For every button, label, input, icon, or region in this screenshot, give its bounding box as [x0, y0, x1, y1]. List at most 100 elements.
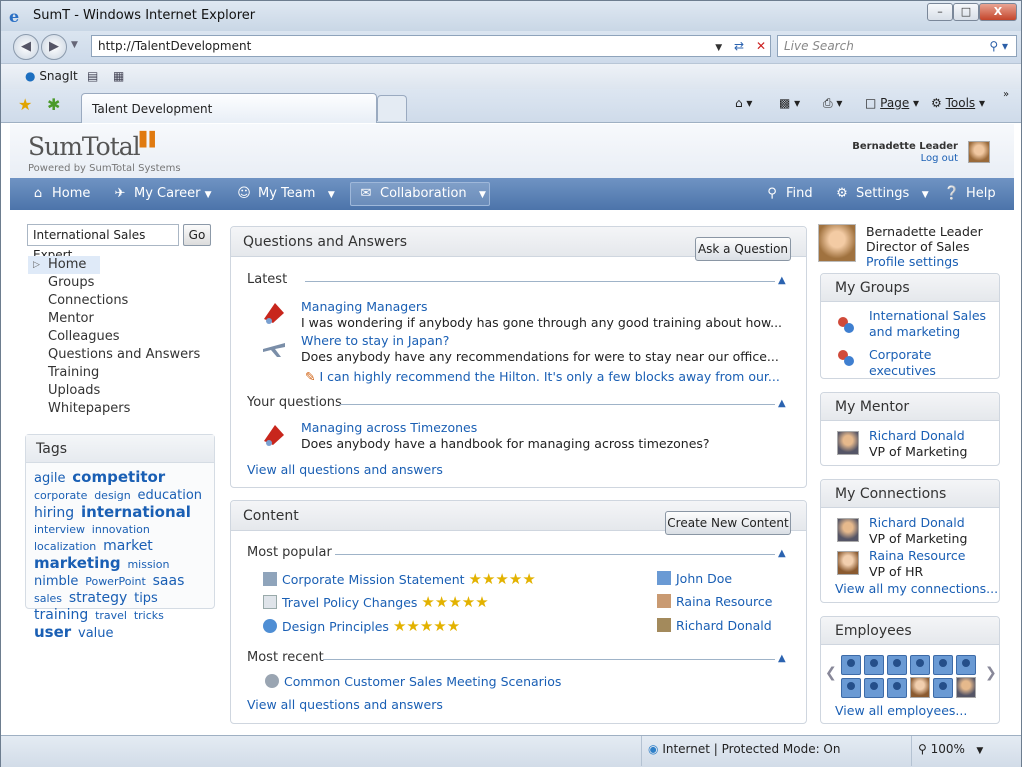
- go-button[interactable]: Go: [183, 224, 211, 246]
- snagit-window-icon[interactable]: ▤: [87, 69, 98, 83]
- answer-excerpt-link[interactable]: I can highly recommend the Hilton. It's …: [319, 369, 779, 384]
- collapse-chevron-icon[interactable]: ▲: [778, 398, 786, 409]
- address-bar[interactable]: http://TalentDevelopment ▼ ⇄ ✕: [91, 35, 771, 57]
- tag[interactable]: PowerPoint: [85, 575, 146, 588]
- print-icon[interactable]: ⎙ ▾: [823, 96, 842, 111]
- security-zone[interactable]: ◉ Internet | Protected Mode: On: [641, 736, 911, 766]
- history-dropdown-icon[interactable]: ▼: [71, 40, 78, 50]
- employee-avatar[interactable]: [910, 655, 930, 675]
- home-icon[interactable]: ⌂ ▾: [735, 96, 752, 110]
- nav-settings[interactable]: ⚙ Settings ▼: [832, 178, 928, 210]
- search-box[interactable]: Live Search ⚲ ▾: [777, 35, 1017, 57]
- tag[interactable]: strategy: [69, 590, 127, 606]
- tag[interactable]: hiring: [34, 505, 74, 521]
- nav-find[interactable]: ⚲ Find: [762, 178, 812, 210]
- new-tab-button[interactable]: [377, 95, 407, 121]
- question-title-link[interactable]: Managing Managers: [301, 299, 782, 315]
- connection-avatar[interactable]: [837, 551, 859, 575]
- logout-link[interactable]: Log out: [921, 153, 958, 164]
- tag[interactable]: interview: [34, 523, 85, 536]
- more-chevron-icon[interactable]: »: [1003, 89, 1009, 100]
- employee-avatar[interactable]: [933, 678, 953, 698]
- ask-question-button[interactable]: Ask a Question: [695, 237, 791, 261]
- left-nav-questions[interactable]: Questions and Answers: [28, 346, 208, 364]
- tag[interactable]: training: [34, 607, 88, 623]
- employee-avatar[interactable]: [887, 655, 907, 675]
- left-nav-connections[interactable]: Connections: [28, 292, 208, 310]
- employee-avatar[interactable]: [956, 655, 976, 675]
- tag[interactable]: design: [94, 489, 131, 502]
- author-link[interactable]: John Doe: [676, 571, 732, 586]
- profile-avatar[interactable]: [818, 224, 856, 262]
- left-nav-whitepapers[interactable]: Whitepapers: [28, 400, 208, 418]
- connection-avatar[interactable]: [837, 518, 859, 542]
- view-all-content-link[interactable]: View all questions and answers: [247, 697, 443, 713]
- nav-help[interactable]: ❔ Help: [942, 178, 996, 210]
- tag[interactable]: education: [138, 488, 203, 503]
- mentor-avatar[interactable]: [837, 431, 859, 455]
- nav-home[interactable]: ⌂ Home: [28, 178, 91, 210]
- left-nav-training[interactable]: Training: [28, 364, 208, 382]
- page-menu[interactable]: □ Page ▾: [865, 96, 919, 110]
- left-nav-home[interactable]: Home: [28, 256, 100, 274]
- content-title-link[interactable]: Design Principles: [282, 619, 389, 634]
- employee-avatar[interactable]: [887, 678, 907, 698]
- tag[interactable]: agile: [34, 471, 65, 486]
- collapse-chevron-icon[interactable]: ▲: [778, 275, 786, 286]
- people-search-input[interactable]: International Sales Expert: [27, 224, 179, 262]
- scroll-left-icon[interactable]: ❮: [825, 665, 837, 681]
- content-title-link[interactable]: Travel Policy Changes: [282, 595, 417, 610]
- view-all-questions-link[interactable]: View all questions and answers: [247, 462, 443, 478]
- employee-avatar[interactable]: [841, 655, 861, 675]
- tag[interactable]: market: [103, 538, 153, 554]
- connection-name-link[interactable]: Raina Resource: [869, 548, 965, 564]
- favorites-star-icon[interactable]: ★: [18, 95, 32, 114]
- refresh-icon[interactable]: ⇄: [734, 39, 744, 53]
- author-link[interactable]: Raina Resource: [676, 594, 772, 609]
- minimize-button[interactable]: –: [927, 3, 953, 21]
- maximize-button[interactable]: □: [953, 3, 979, 21]
- forward-button[interactable]: ▶: [41, 34, 67, 60]
- tag[interactable]: saas: [153, 573, 185, 589]
- tag[interactable]: corporate: [34, 489, 87, 502]
- snagit-button[interactable]: ● SnagIt: [25, 69, 78, 83]
- feeds-icon[interactable]: ▩ ▾: [779, 96, 800, 110]
- collapse-chevron-icon[interactable]: ▲: [778, 653, 786, 664]
- profile-settings-link[interactable]: Profile settings: [866, 254, 983, 269]
- recent-item-link[interactable]: Common Customer Sales Meeting Scenarios: [284, 674, 561, 689]
- tag[interactable]: value: [78, 626, 114, 641]
- user-avatar[interactable]: [968, 141, 990, 163]
- create-content-button[interactable]: Create New Content: [665, 511, 791, 535]
- nav-my-career[interactable]: ✈ My Career ▼: [110, 178, 212, 210]
- author-link[interactable]: Richard Donald: [676, 618, 772, 633]
- employee-avatar[interactable]: [956, 677, 976, 698]
- tag[interactable]: marketing: [34, 554, 121, 572]
- tag[interactable]: competitor: [72, 468, 165, 486]
- search-icon[interactable]: ⚲ ▾: [989, 36, 1008, 56]
- stop-icon[interactable]: ✕: [756, 39, 766, 53]
- tag[interactable]: travel: [95, 609, 127, 622]
- tag[interactable]: tricks: [134, 609, 164, 622]
- content-title-link[interactable]: Corporate Mission Statement: [282, 572, 465, 587]
- nav-collaboration-label-wrap[interactable]: ✉ Collaboration ▼: [356, 178, 486, 210]
- tools-menu[interactable]: ⚙ Tools ▾: [931, 96, 985, 110]
- left-nav-mentor[interactable]: Mentor: [28, 310, 208, 328]
- mentor-name-link[interactable]: Richard Donald: [869, 428, 967, 444]
- tag[interactable]: international: [81, 503, 191, 521]
- snagit-options-icon[interactable]: ▦: [113, 69, 124, 83]
- employee-avatar[interactable]: [864, 678, 884, 698]
- employee-avatar[interactable]: [933, 655, 953, 675]
- address-dropdown-icon[interactable]: ▼: [715, 43, 722, 53]
- employee-avatar[interactable]: [910, 677, 930, 698]
- group-link[interactable]: International Sales and marketing: [869, 308, 995, 340]
- nav-my-team[interactable]: ☺ My Team ▼: [234, 178, 335, 210]
- tab-talent-development[interactable]: Talent Development: [81, 93, 377, 123]
- question-title-link[interactable]: Managing across Timezones: [301, 420, 710, 436]
- employee-avatar[interactable]: [864, 655, 884, 675]
- collapse-chevron-icon[interactable]: ▲: [778, 548, 786, 559]
- question-title-link[interactable]: Where to stay in Japan?: [301, 333, 779, 349]
- scroll-right-icon[interactable]: ❯: [985, 665, 997, 681]
- view-all-employees-link[interactable]: View all employees...: [835, 703, 967, 719]
- tag[interactable]: innovation: [92, 523, 150, 536]
- connection-name-link[interactable]: Richard Donald: [869, 515, 967, 531]
